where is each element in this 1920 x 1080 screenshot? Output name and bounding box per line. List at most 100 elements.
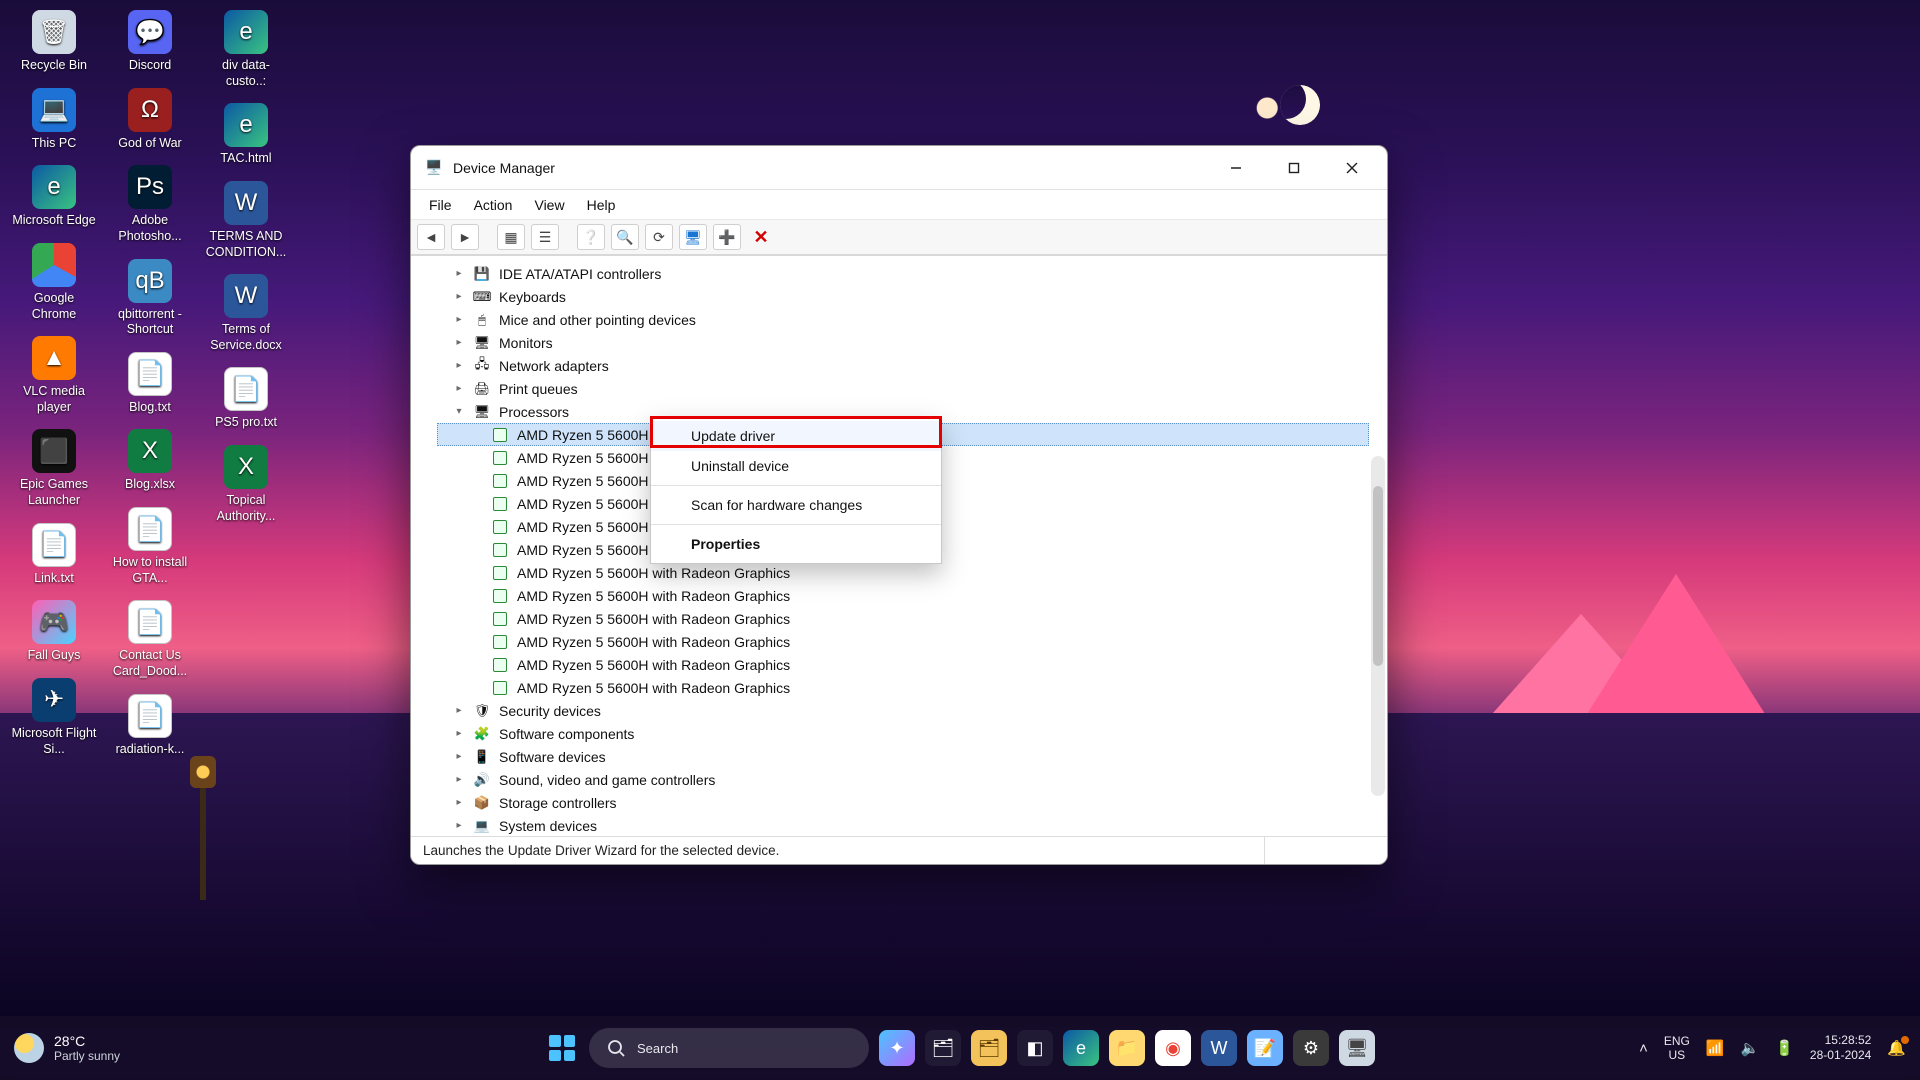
ctx-update-driver[interactable]: Update driver (651, 421, 941, 451)
tree-device[interactable]: AMD Ryzen 5 5600H with Radeon Graphics (437, 630, 1369, 653)
uninstall-button[interactable]: ✕ (747, 224, 775, 250)
ctx-scan-hardware[interactable]: Scan for hardware changes (651, 490, 941, 520)
desktop-icon[interactable]: ΩGod of War (104, 84, 196, 162)
menu-help[interactable]: Help (577, 193, 626, 217)
taskbar-word[interactable]: W (1201, 1030, 1237, 1066)
desktop-icon[interactable]: 💬Discord (104, 6, 196, 84)
tree-category[interactable]: ▸🖱Mice and other pointing devices (437, 308, 1369, 331)
properties-button[interactable]: ☰ (531, 224, 559, 250)
expand-icon[interactable]: ▸ (453, 360, 465, 371)
expand-icon[interactable]: ▸ (453, 291, 465, 302)
taskbar-folder[interactable]: 📁 (1109, 1030, 1145, 1066)
maximize-button[interactable] (1265, 146, 1323, 190)
ctx-properties[interactable]: Properties (651, 529, 941, 559)
tray-chevron-icon[interactable]: ˄ (1639, 1040, 1648, 1057)
tree-device[interactable]: AMD Ryzen 5 5600H with Radeon Graphics (437, 653, 1369, 676)
taskbar-devicemanager[interactable]: 🖥 (1339, 1030, 1375, 1066)
desktop-icon[interactable]: 🗑Recycle Bin (8, 6, 100, 84)
desktop-icon[interactable]: 📄PS5 pro.txt (200, 363, 292, 441)
desktop-icon[interactable]: XBlog.xlsx (104, 425, 196, 503)
expand-icon[interactable]: ▸ (453, 705, 465, 716)
back-button[interactable]: ◄ (417, 224, 445, 250)
scrollbar-thumb[interactable] (1373, 486, 1383, 666)
scan-button[interactable]: 🔍 (611, 224, 639, 250)
expand-icon[interactable]: ▸ (453, 337, 465, 348)
expand-icon[interactable]: ▸ (453, 774, 465, 785)
tree-category[interactable]: ▸🛡Security devices (437, 699, 1369, 722)
update-driver-button[interactable]: ⟳ (645, 224, 673, 250)
desktop-icon[interactable]: ediv data-custo..: (200, 6, 292, 99)
ctx-uninstall-device[interactable]: Uninstall device (651, 451, 941, 481)
tray-clock[interactable]: 15:28:52 28-01-2024 (1810, 1033, 1871, 1063)
battery-icon[interactable]: 🔋 (1775, 1039, 1794, 1057)
taskbar[interactable]: 28°C Partly sunny Search ✦ 🗂 🗂 ◧ e 📁 ◉ (0, 1016, 1920, 1080)
desktop-icon[interactable]: Google Chrome (8, 239, 100, 332)
taskbar-notes[interactable]: 📝 (1247, 1030, 1283, 1066)
desktop-icon[interactable]: eTAC.html (200, 99, 292, 177)
forward-button[interactable]: ► (451, 224, 479, 250)
volume-icon[interactable]: 🔈 (1741, 1039, 1760, 1057)
desktop-icon[interactable]: ▲VLC media player (8, 332, 100, 425)
tree-device[interactable]: AMD Ryzen 5 5600H with Radeon Graphics (437, 676, 1369, 699)
close-button[interactable] (1323, 146, 1381, 190)
tree-category[interactable]: ▸💻System devices (437, 814, 1369, 836)
tree-category[interactable]: ▸💾IDE ATA/ATAPI controllers (437, 262, 1369, 285)
tree-device[interactable]: AMD Ryzen 5 5600H with Radeon Graphics (437, 584, 1369, 607)
minimize-button[interactable] (1207, 146, 1265, 190)
expand-icon[interactable]: ▸ (453, 751, 465, 762)
taskbar-copilot[interactable]: ✦ (879, 1030, 915, 1066)
expand-icon[interactable]: ▸ (453, 820, 465, 831)
taskbar-chrome[interactable]: ◉ (1155, 1030, 1191, 1066)
expand-icon[interactable]: ▸ (453, 314, 465, 325)
desktop-icon[interactable]: WTERMS AND CONDITION... (200, 177, 292, 270)
expand-icon[interactable]: ▸ (453, 268, 465, 279)
desktop-icon[interactable]: ⬛Epic Games Launcher (8, 425, 100, 518)
taskbar-settings[interactable]: ⚙ (1293, 1030, 1329, 1066)
menu-action[interactable]: Action (464, 193, 523, 217)
expand-icon[interactable]: ▸ (453, 728, 465, 739)
desktop-icon[interactable]: 🎮Fall Guys (8, 596, 100, 674)
desktop-icon[interactable]: ✈Microsoft Flight Si... (8, 674, 100, 767)
desktop-icon[interactable]: 💻This PC (8, 84, 100, 162)
desktop-icon[interactable]: WTerms of Service.docx (200, 270, 292, 363)
menu-file[interactable]: File (419, 193, 462, 217)
expand-icon[interactable]: ▸ (453, 383, 465, 394)
desktop-icon[interactable]: XTopical Authority... (200, 441, 292, 534)
desktop-icon[interactable]: 📄Contact Us Card_Dood... (104, 596, 196, 689)
add-hardware-button[interactable]: ➕ (713, 224, 741, 250)
desktop-icon[interactable]: qBqbittorrent - Shortcut (104, 255, 196, 348)
start-button[interactable] (545, 1031, 579, 1065)
weather-widget[interactable]: 28°C Partly sunny (14, 1033, 120, 1063)
desktop-icon[interactable]: eMicrosoft Edge (8, 161, 100, 239)
tree-device[interactable]: AMD Ryzen 5 5600H with Radeon Graphics (437, 561, 1369, 584)
taskbar-edge[interactable]: e (1063, 1030, 1099, 1066)
tree-category[interactable]: ▸📦Storage controllers (437, 791, 1369, 814)
tree-category[interactable]: ▸🧩Software components (437, 722, 1369, 745)
search-box[interactable]: Search (589, 1028, 869, 1068)
tree-category[interactable]: ▸🖨Print queues (437, 377, 1369, 400)
wifi-icon[interactable]: 📶 (1706, 1039, 1725, 1057)
desktop-icon[interactable]: 📄Link.txt (8, 519, 100, 597)
expand-icon[interactable]: ▸ (453, 797, 465, 808)
taskbar-explorer[interactable]: 🗂 (971, 1030, 1007, 1066)
notifications-icon[interactable]: 🔔 (1887, 1039, 1906, 1057)
desktop-icon[interactable]: 📄radiation-k... (104, 690, 196, 768)
menu-view[interactable]: View (524, 193, 574, 217)
tree-category[interactable]: ▸⌨Keyboards (437, 285, 1369, 308)
tree-category[interactable]: ▸📱Software devices (437, 745, 1369, 768)
tree-category[interactable]: ▸🖥Monitors (437, 331, 1369, 354)
taskbar-app[interactable]: ◧ (1017, 1030, 1053, 1066)
tree-category[interactable]: ▸🔊Sound, video and game controllers (437, 768, 1369, 791)
desktop-icon[interactable]: 📄How to install GTA... (104, 503, 196, 596)
tray-language[interactable]: ENG US (1664, 1034, 1690, 1063)
desktop-icon[interactable]: PsAdobe Photosho... (104, 161, 196, 254)
taskbar-taskview[interactable]: 🗂 (925, 1030, 961, 1066)
tree-device[interactable]: AMD Ryzen 5 5600H with Radeon Graphics (437, 607, 1369, 630)
collapse-icon[interactable]: ▾ (453, 406, 465, 417)
desktop-icon[interactable]: 📄Blog.txt (104, 348, 196, 426)
enable-button[interactable]: 🖥 (679, 224, 707, 250)
show-hidden-button[interactable]: ▦ (497, 224, 525, 250)
help-button[interactable]: ❔ (577, 224, 605, 250)
titlebar[interactable]: 🖥️ Device Manager (411, 146, 1387, 190)
tree-category[interactable]: ▸🖧Network adapters (437, 354, 1369, 377)
